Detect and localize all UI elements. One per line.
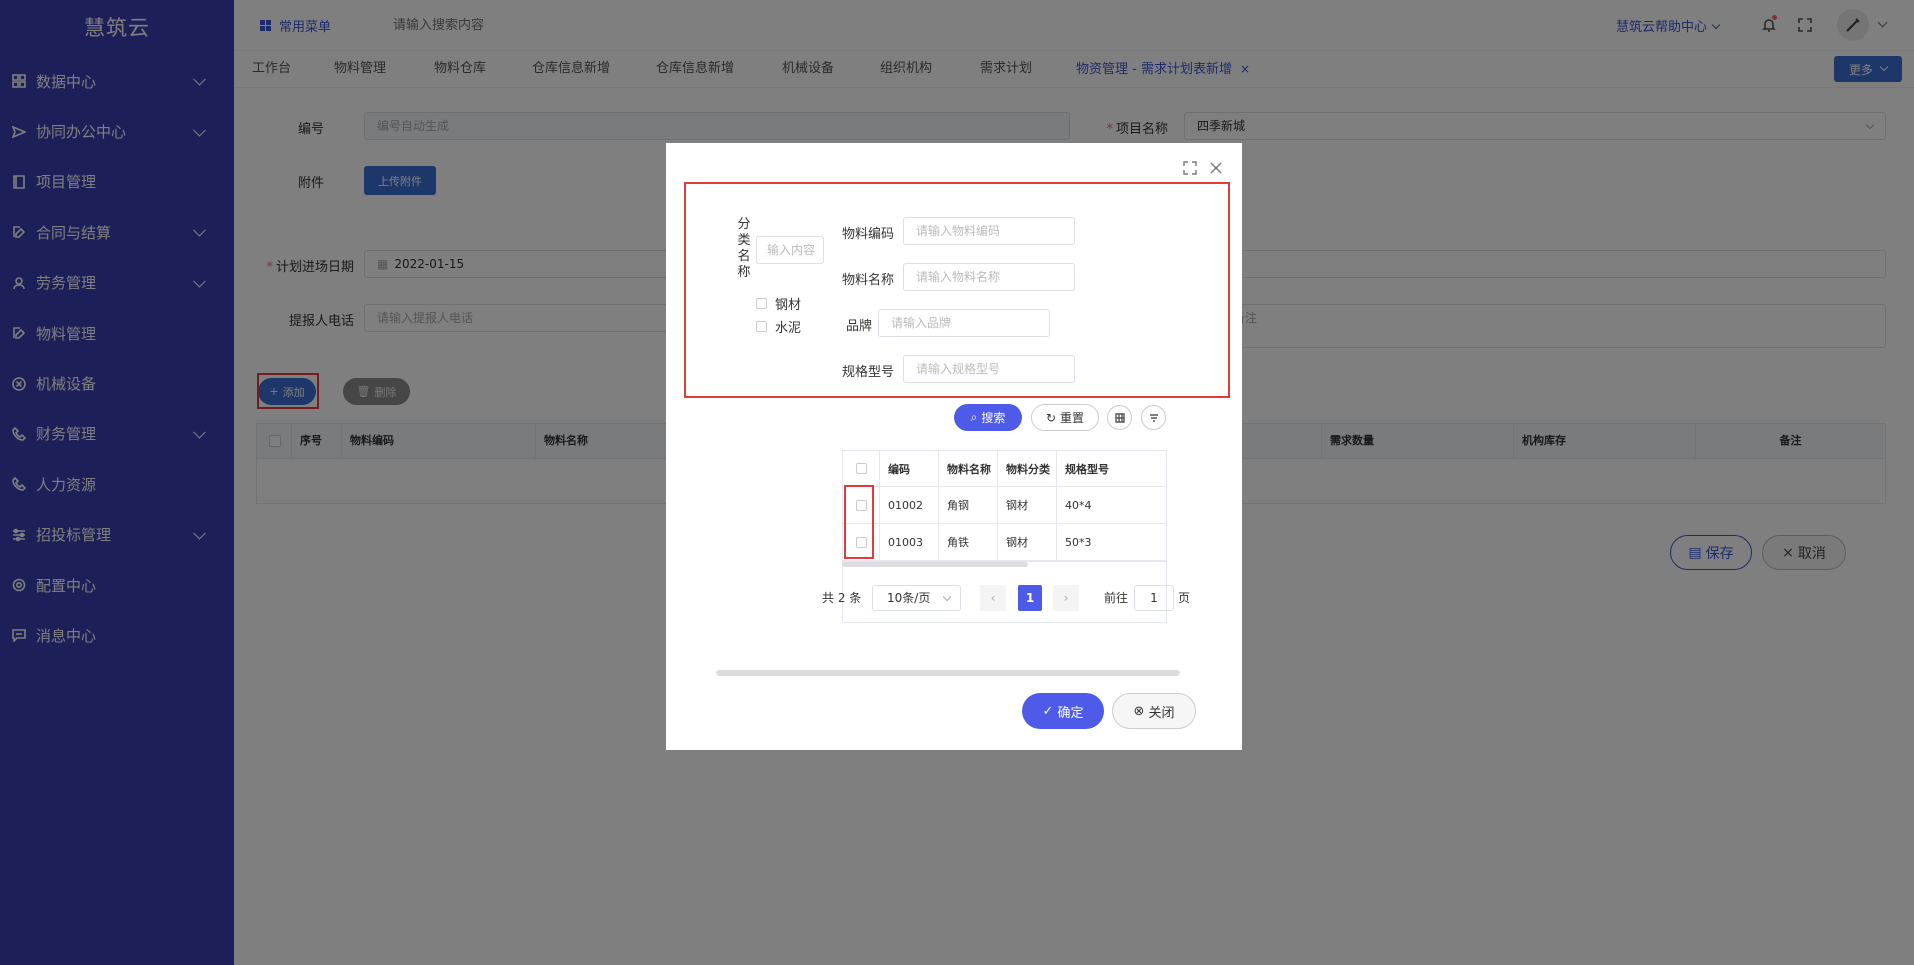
close-button[interactable]: ⊗ 关闭 bbox=[1112, 693, 1196, 729]
goto-page-input[interactable]: 1 bbox=[1134, 585, 1174, 611]
table-horizontal-scrollbar[interactable] bbox=[842, 562, 1028, 567]
category-item-cement[interactable]: 水泥 bbox=[756, 317, 801, 336]
reset-label: 重置 bbox=[1060, 411, 1085, 425]
chevron-down-icon bbox=[942, 592, 952, 602]
next-page-button[interactable]: › bbox=[1053, 585, 1079, 611]
select-all-checkbox[interactable] bbox=[855, 463, 867, 474]
page-size-value: 10条/页 bbox=[887, 591, 931, 605]
confirm-button[interactable]: ✓ 确定 bbox=[1022, 693, 1104, 729]
filter-label-material-name: 物料名称 bbox=[841, 273, 894, 288]
table-header-cell: 物料分类 bbox=[997, 451, 1056, 486]
filter-icon bbox=[1149, 413, 1158, 422]
table-cell: 50*3 bbox=[1056, 524, 1116, 560]
spec-model-input[interactable]: 请输入规格型号 bbox=[903, 355, 1075, 383]
confirm-label: 确定 bbox=[1057, 705, 1084, 721]
table-cell: 钢材 bbox=[997, 487, 1056, 523]
refresh-icon: ↻ bbox=[1045, 410, 1057, 425]
page-suffix: 页 bbox=[1178, 591, 1191, 605]
material-code-input[interactable]: 请输入物料编码 bbox=[903, 217, 1075, 245]
close-icon[interactable] bbox=[1209, 161, 1223, 175]
filter-label-brand: 品牌 bbox=[845, 319, 872, 334]
category-checkbox[interactable] bbox=[756, 321, 767, 332]
brand-input[interactable]: 请输入品牌 bbox=[878, 309, 1050, 337]
close-circle-icon: ⊗ bbox=[1133, 703, 1145, 719]
table-header-cell: 编码 bbox=[879, 451, 938, 486]
dialog-horizontal-scrollbar[interactable] bbox=[716, 670, 1180, 676]
filter-toggle-button[interactable] bbox=[1141, 405, 1166, 430]
table-cell: 01002 bbox=[879, 487, 938, 523]
table-row[interactable]: 01003 角铁 钢材 50*3 bbox=[843, 524, 1166, 561]
table-header-cell: 规格型号 bbox=[1056, 451, 1116, 486]
search-button[interactable]: ⌕ 搜索 bbox=[954, 404, 1022, 431]
reset-button[interactable]: ↻ 重置 bbox=[1031, 404, 1099, 431]
table-header-row: 编码 物料名称 物料分类 规格型号 bbox=[843, 451, 1166, 487]
table-cell: 40*4 bbox=[1056, 487, 1116, 523]
table-row[interactable]: 01002 角钢 钢材 40*4 bbox=[843, 487, 1166, 524]
prev-page-button[interactable]: ‹ bbox=[980, 585, 1006, 611]
column-toggle-button[interactable] bbox=[1107, 405, 1132, 430]
table-cell: 角钢 bbox=[938, 487, 997, 523]
table-cell: 钢材 bbox=[997, 524, 1056, 560]
filter-label-spec: 规格型号 bbox=[841, 365, 894, 380]
check-icon: ✓ bbox=[1042, 703, 1054, 719]
checkbox-cell bbox=[843, 451, 879, 486]
category-item-steel[interactable]: 钢材 bbox=[756, 294, 801, 313]
page-number[interactable]: 1 bbox=[1018, 585, 1042, 611]
maximize-icon[interactable] bbox=[1183, 161, 1197, 175]
row-checkbox-highlight-box bbox=[844, 485, 874, 559]
columns-icon bbox=[1114, 412, 1125, 423]
category-checkbox[interactable] bbox=[756, 298, 767, 309]
close-label: 关闭 bbox=[1148, 705, 1175, 721]
goto-label: 前往 bbox=[1104, 591, 1129, 605]
category-name-label: 分类名称 bbox=[737, 217, 751, 280]
table-cell: 01003 bbox=[879, 524, 938, 560]
page-size-select[interactable]: 10条/页 bbox=[872, 585, 961, 611]
material-name-input[interactable]: 请输入物料名称 bbox=[903, 263, 1075, 291]
category-label: 钢材 bbox=[775, 298, 802, 313]
table-header-cell: 物料名称 bbox=[938, 451, 997, 486]
material-select-dialog: 分类名称 输入内容 钢材 水泥 物料编码 请输入物料编码 物料名称 请输入物料名… bbox=[666, 143, 1242, 750]
category-label: 水泥 bbox=[775, 321, 802, 336]
search-label: 搜索 bbox=[981, 411, 1006, 425]
table-cell: 角铁 bbox=[938, 524, 997, 560]
material-table: 编码 物料名称 物料分类 规格型号 01002 角钢 钢材 40*4 01003 角铁 钢材 50*3 bbox=[842, 450, 1167, 562]
pager-total: 共 2 条 bbox=[822, 591, 862, 605]
search-icon: ⌕ bbox=[970, 410, 978, 424]
filter-label-material-code: 物料编码 bbox=[841, 227, 894, 242]
category-search-input[interactable]: 输入内容 bbox=[756, 236, 824, 264]
